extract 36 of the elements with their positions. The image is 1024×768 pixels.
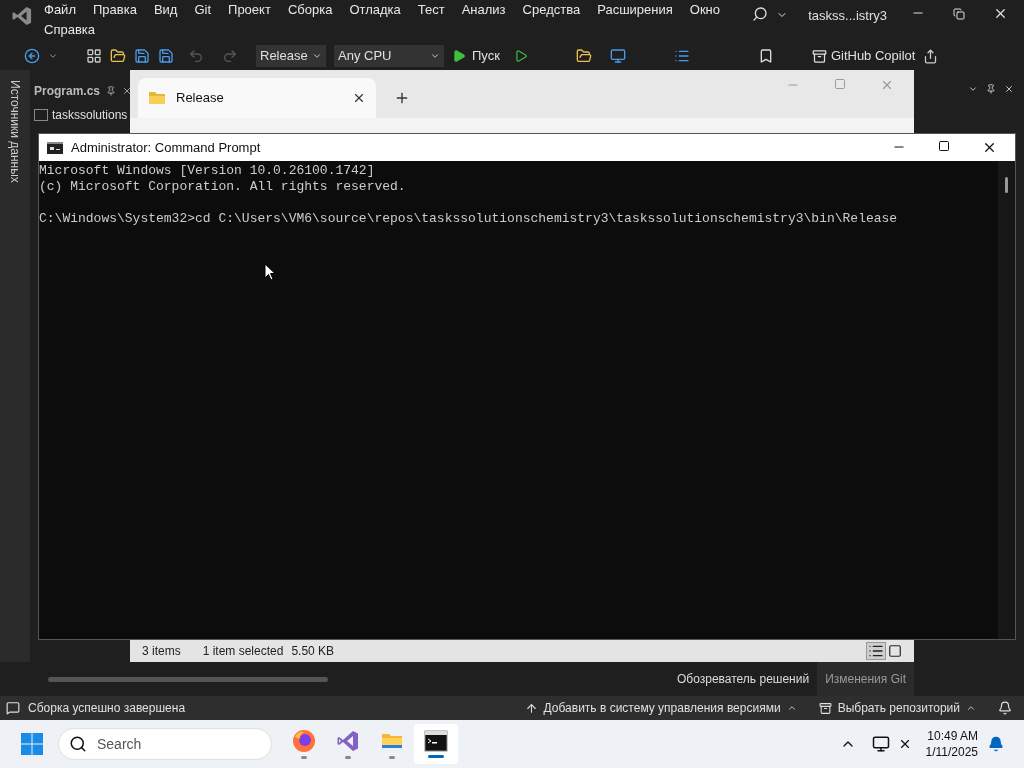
menu-item[interactable]: Тест [417,0,445,20]
platform-dropdown[interactable]: Any CPU [334,45,444,67]
selection-count: 1 item selected [202,643,284,660]
panel-tab[interactable]: Изменения Git [817,662,914,696]
menu-item[interactable]: Вид [153,0,178,20]
search-field[interactable]: Search [58,728,272,760]
cmd-title: Administrator: Command Prompt [71,138,261,157]
copilot-button[interactable]: GitHub Copilot [811,46,916,66]
clock-time[interactable]: 10:49 AM [927,728,978,744]
console-line: (c) Microsoft Corporation. All rights reserved. [39,179,407,195]
explorer-tab[interactable]: Release [138,78,376,118]
menu-item[interactable]: Анализ [461,0,506,20]
console-line: Microsoft Windows [Version 10.0.26100.1742] [39,163,376,179]
repository-button[interactable]: Выбрать репозиторий [818,699,976,717]
project-name: taskssolutions [52,107,128,124]
source-control-button[interactable]: Добавить в систему управления версиями [524,699,797,717]
menu-item[interactable]: Окно [689,0,720,20]
editor-tab[interactable]: Program.cs [34,82,133,100]
selection-size: 5.50 KB [291,643,335,660]
run-button[interactable]: Пуск [452,46,500,66]
menu-item[interactable]: Git [194,0,212,20]
menu-item[interactable]: Справка [44,20,95,40]
console-prompt: C:\Windows\System32>cd C:\Users\VM6\source\repos\taskssolutionschemistry3\taskssolutionschemistry3\bin\Release [39,211,899,227]
menu-item[interactable]: Файл [44,0,76,20]
side-tab[interactable]: Источники данных [6,80,24,183]
menu-item[interactable]: Сборка [287,0,333,20]
menu-item[interactable]: Средства [522,0,581,20]
clock-date[interactable]: 1/11/2025 [925,744,978,760]
menu-item[interactable]: Правка [92,0,137,20]
menu-item[interactable]: Расширения [597,0,673,20]
status-message: Сборка успешно завершена [28,700,186,717]
menu-item[interactable]: Отладка [349,0,401,20]
menu-item[interactable]: Проект [228,0,271,20]
item-count: 3 items [142,643,181,660]
configuration-dropdown[interactable]: Release [256,45,326,67]
window-title: taskss...istry3 [808,7,887,25]
